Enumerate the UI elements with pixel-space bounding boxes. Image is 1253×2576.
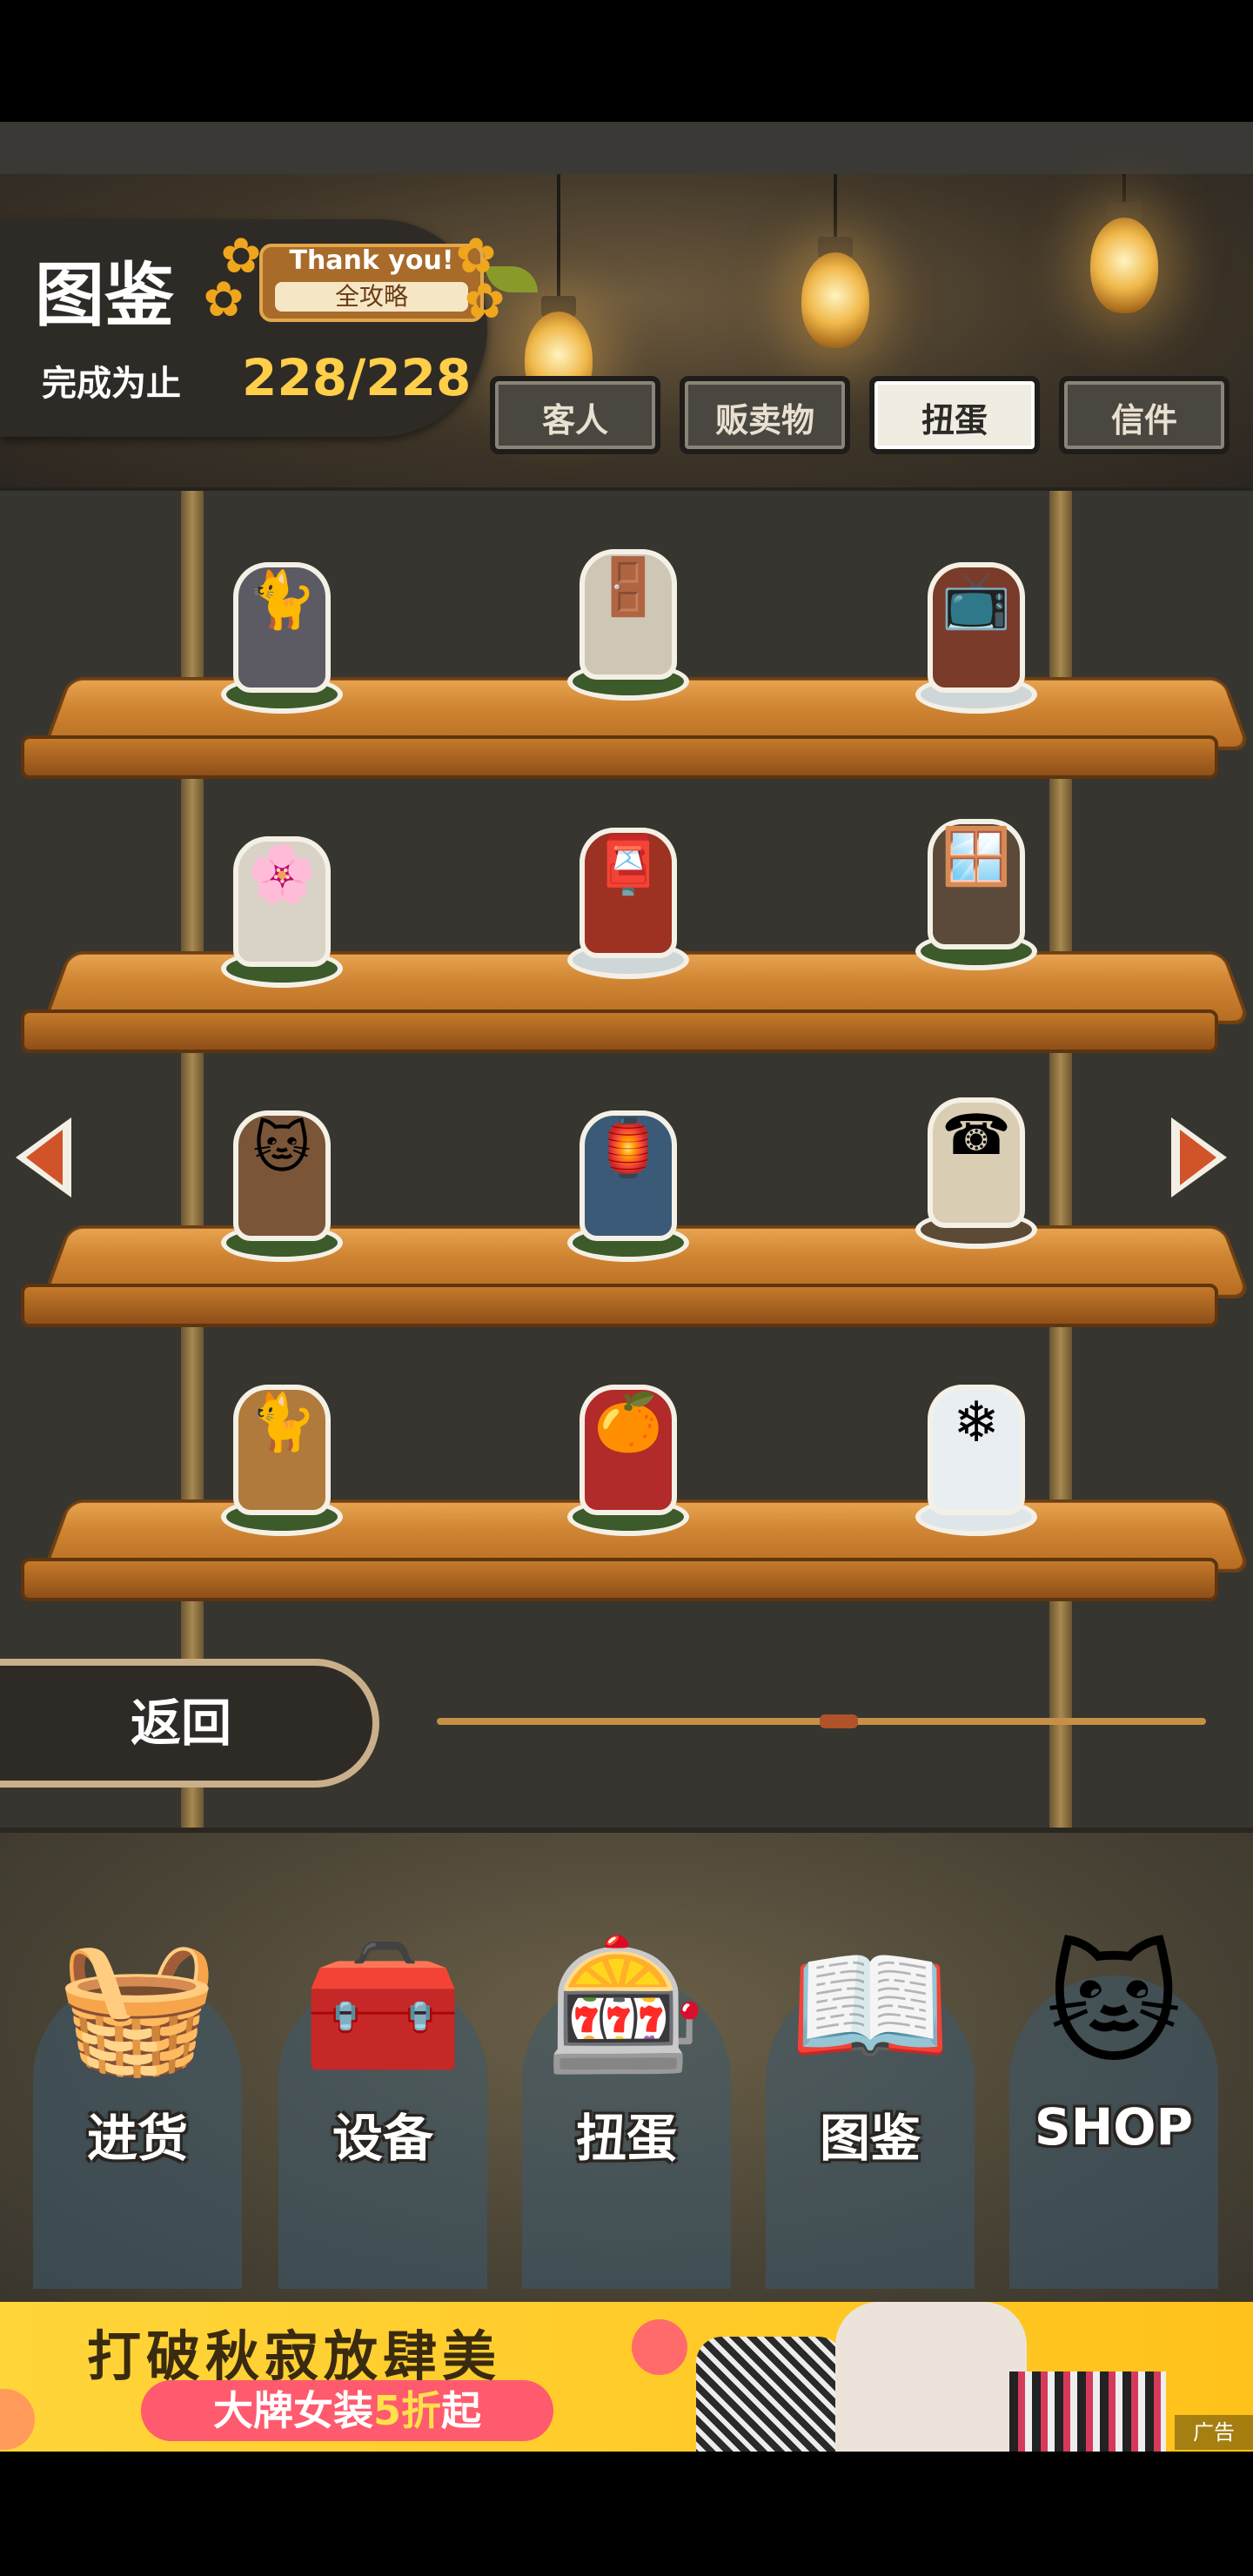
ad-clothing-image [835, 2302, 1027, 2452]
tab-guests[interactable]: 客人 [490, 376, 660, 454]
progress-value: 228/228 [242, 348, 472, 407]
ad-pill-suffix: 起 [441, 2387, 481, 2434]
gacha-item-cat-under-kotatsu[interactable]: 🍊 [559, 1362, 698, 1536]
next-page-button[interactable] [1166, 1114, 1232, 1201]
arrow-right-icon [1171, 1117, 1227, 1197]
flower-icon: 🌸 [247, 842, 317, 907]
cat-icon: 🐈 [247, 1391, 317, 1455]
cat-icon: 📺 [941, 568, 1011, 633]
ad-pill-highlight: 5折 [372, 2387, 441, 2434]
ad-tag: 广告 [1175, 2415, 1253, 2450]
nav-label: 扭蛋 [575, 2109, 677, 2168]
nav-label: SHOP [1034, 2097, 1194, 2157]
snow-icon: ❄ [953, 1391, 1000, 1455]
tangerine-icon: 🍊 [593, 1391, 663, 1455]
gacha-machine-icon: 🎰 [545, 1930, 708, 2082]
ad-clothing-image [1009, 2371, 1166, 2452]
gacha-item-cat-on-mailbox[interactable]: 📮 [559, 805, 698, 979]
lucky-cat-icon: 🐱 [1045, 1930, 1183, 2082]
badge-top-text: Thank you! [289, 245, 454, 276]
gacha-item-cat-at-window[interactable]: 🪟 [907, 796, 1046, 970]
page-title: 图鉴 [35, 255, 174, 336]
back-button[interactable]: 返回 [0, 1659, 379, 1788]
gacha-item-cat-with-flowers[interactable]: 🌸 [212, 814, 352, 988]
lamp-cord [834, 174, 837, 244]
tab-gacha[interactable]: 扭蛋 [869, 376, 1040, 454]
badge-sub-text: 全攻略 [275, 282, 468, 312]
ad-clothing-image [696, 2337, 844, 2452]
nav-gacha[interactable]: 🎰 扭蛋 [513, 1897, 740, 2289]
gacha-item-cat-on-table[interactable]: 🐱 [212, 1088, 352, 1262]
open-book-icon: 📖 [788, 1930, 952, 2082]
cat-icon: 🐈 [247, 568, 317, 633]
stock-basket-icon: 🧺 [56, 1930, 219, 2082]
ad-headline: 打破秋寂放肆美 [87, 2324, 502, 2388]
light-bulb-icon [801, 252, 869, 348]
system-navigation-bar [0, 2452, 1253, 2576]
nav-collection[interactable]: 📖 图鉴 [757, 1897, 983, 2289]
ad-pill-prefix: 大牌女装 [212, 2387, 373, 2434]
flower-icon: ✿ [464, 273, 506, 330]
gacha-item-cat-with-pot[interactable]: 🐈 [212, 540, 352, 714]
cat-icon: 🐱 [252, 1117, 312, 1181]
phone-icon: ☎ [941, 1104, 1011, 1168]
gacha-item-cat-at-tobacco-booth[interactable]: ☎ [907, 1075, 1046, 1249]
gacha-item-cat-with-lantern[interactable]: 🏮 [559, 1088, 698, 1262]
page-indicator-thumb[interactable] [820, 1714, 858, 1728]
flower-icon: ✿ [203, 272, 245, 328]
light-bulb-icon [1090, 218, 1158, 313]
tab-letters[interactable]: 信件 [1059, 376, 1230, 454]
system-status-bar [0, 0, 1253, 122]
arrow-left-icon [16, 1117, 71, 1197]
ad-banner[interactable]: 打破秋寂放肆美 大牌女装5折起 广告 [0, 2302, 1253, 2452]
nav-shop[interactable]: 🐱 SHOP [1001, 1897, 1227, 2289]
nav-label: 进货 [86, 2109, 188, 2168]
thank-you-badge[interactable]: Thank you! 全攻略 ✿ ✿ ✿ ✿ [198, 231, 538, 327]
progress-label: 完成为止 [42, 364, 181, 404]
gacha-item-cat-in-snow[interactable]: ❄ [907, 1362, 1046, 1536]
nav-equipment[interactable]: 🧰 设备 [270, 1897, 496, 2289]
cat-icon: 🚪 [593, 555, 663, 620]
top-strip [0, 122, 1253, 174]
nav-label: 设备 [332, 2109, 433, 2168]
lamp-cord [557, 174, 560, 305]
mailbox-icon: 📮 [593, 834, 663, 898]
nav-stock[interactable]: 🧺 进货 [24, 1897, 251, 2289]
toolbox-icon: 🧰 [301, 1930, 465, 2082]
gacha-item-cat-on-tv[interactable]: 📺 [907, 540, 1046, 714]
window-icon: 🪟 [941, 825, 1011, 889]
gacha-item-cat-at-door[interactable]: 🚪 [559, 527, 698, 701]
nav-label: 图鉴 [819, 2109, 921, 2168]
prev-page-button[interactable] [10, 1114, 77, 1201]
lantern-icon: 🏮 [593, 1117, 663, 1181]
gacha-item-cat-with-bucket[interactable]: 🐈 [212, 1362, 352, 1536]
tab-merchandise[interactable]: 贩卖物 [680, 376, 850, 454]
ad-promo-pill: 大牌女装5折起 [141, 2380, 553, 2441]
